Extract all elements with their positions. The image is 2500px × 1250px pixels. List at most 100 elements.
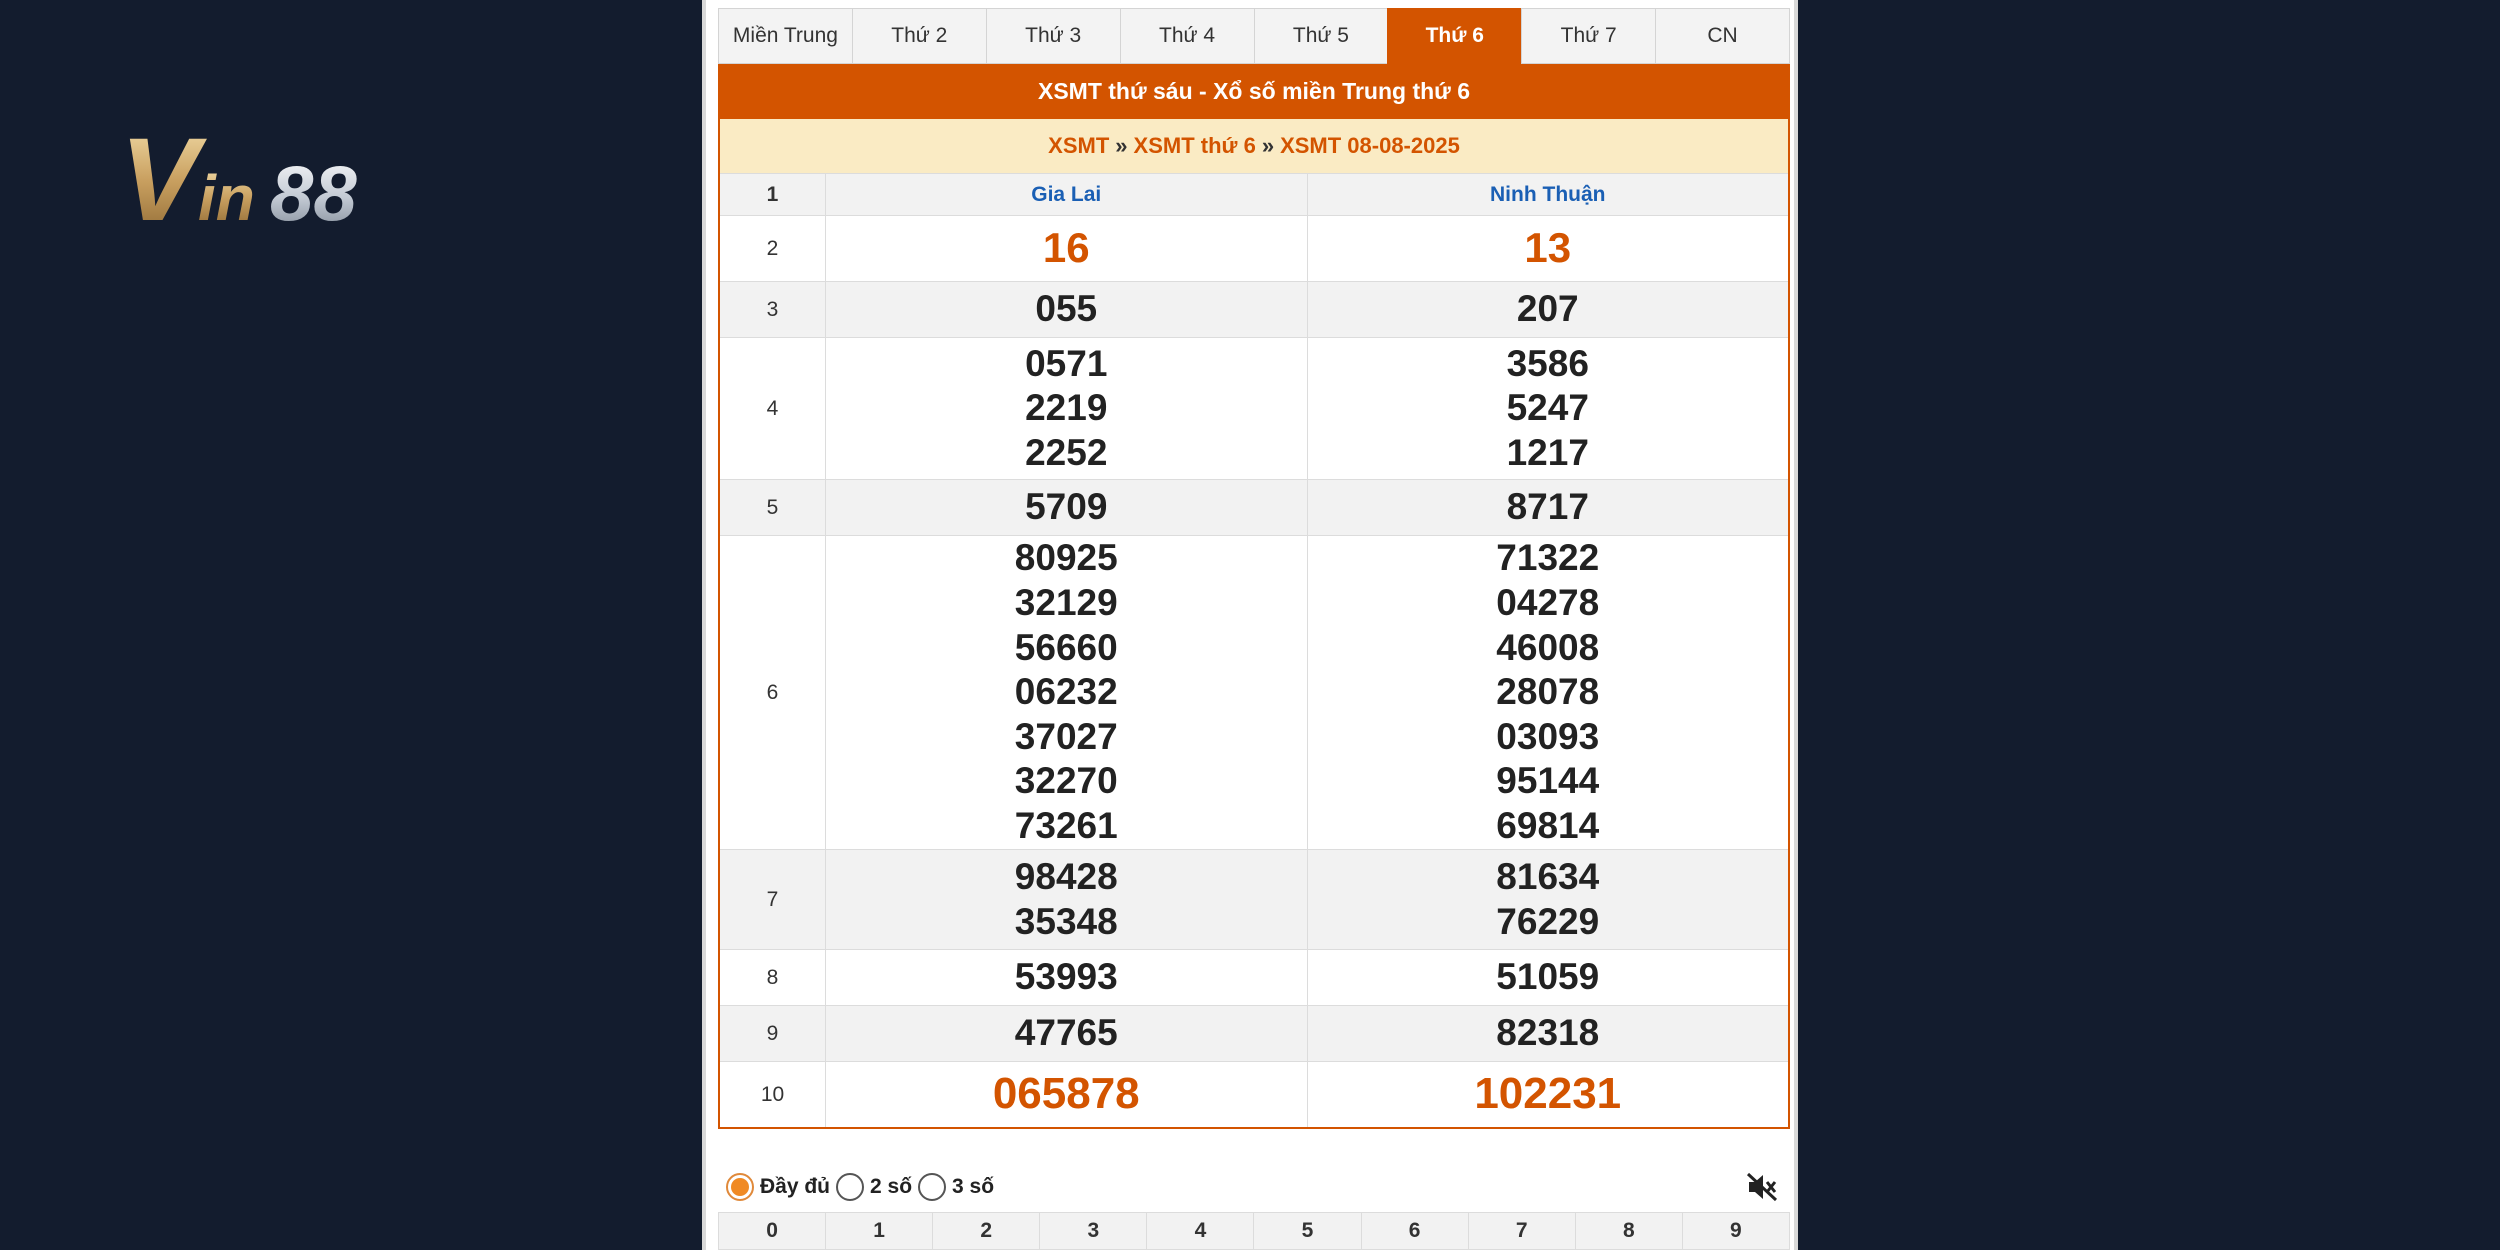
row-index: 6 (720, 536, 826, 849)
result-number: 81634 (1496, 855, 1600, 897)
result-number: 73261 (1014, 804, 1118, 846)
result-number: 2252 (1025, 431, 1108, 473)
table-row: 7 98428 35348 81634 76229 (720, 849, 1788, 949)
digit-0[interactable]: 0 (719, 1213, 827, 1249)
digit-2[interactable]: 2 (933, 1213, 1041, 1249)
result-cell: 71322 04278 46008 28078 03093 95144 69814 (1308, 536, 1789, 849)
tab-4[interactable]: Thứ 5 (1253, 8, 1388, 64)
result-cell: 16 (826, 216, 1308, 281)
row-index: 9 (720, 1006, 826, 1061)
result-number: 53993 (1014, 956, 1118, 998)
tab-5[interactable]: Thứ 6 (1387, 8, 1522, 64)
header-row: 1 Gia Lai Ninh Thuận (720, 173, 1788, 215)
table-row: 6 80925 32129 56660 06232 37027 32270 73261 7132… (720, 535, 1788, 849)
row-index: 4 (720, 338, 826, 479)
result-cell: 53993 (826, 950, 1308, 1005)
option-label: Đầy đủ (760, 1175, 831, 1198)
result-number: 2219 (1025, 387, 1108, 429)
result-cell: 8717 (1308, 480, 1789, 535)
tab-0[interactable]: Miền Trung (718, 8, 852, 64)
row-index: 5 (720, 480, 826, 535)
result-number: 04278 (1496, 582, 1600, 624)
result-number: 71322 (1496, 537, 1600, 579)
result-number: 5709 (1025, 486, 1108, 528)
speaker-muted-icon[interactable] (1746, 1172, 1778, 1202)
result-number: 03093 (1496, 715, 1600, 757)
result-cell: 102231 (1308, 1062, 1789, 1127)
result-number: 0571 (1025, 342, 1108, 384)
result-number: 46008 (1496, 626, 1600, 668)
results-table: XSMT thứ sáu - Xổ số miền Trung thứ 6 XS… (718, 64, 1790, 1129)
table-row: 2 16 13 (720, 215, 1788, 281)
table-title: XSMT thứ sáu - Xổ số miền Trung thứ 6 (720, 64, 1788, 119)
digit-8[interactable]: 8 (1576, 1213, 1683, 1249)
vin88-logo: V in 88 (120, 115, 357, 235)
breadcrumb-separator: » (1261, 133, 1275, 158)
results-panel: Miền Trung Thứ 2 Thứ 3 Thứ 4 Thứ 5 Thứ 6 Thứ 7… (702, 0, 1798, 1250)
digit-4[interactable]: 4 (1147, 1213, 1255, 1249)
svg-text:in: in (198, 162, 255, 234)
row-index: 8 (720, 950, 826, 1005)
result-number: 69814 (1496, 804, 1600, 846)
option-0[interactable]: Đầy đủ (726, 1173, 830, 1201)
result-cell: 3586 5247 1217 (1308, 338, 1789, 479)
digit-6[interactable]: 6 (1362, 1213, 1469, 1249)
table-row: 5 5709 8717 (720, 479, 1788, 535)
result-number: 5247 (1506, 387, 1589, 429)
digit-7[interactable]: 7 (1469, 1213, 1576, 1249)
radio-button[interactable] (918, 1173, 947, 1201)
day-tabs: Miền Trung Thứ 2 Thứ 3 Thứ 4 Thứ 5 Thứ 6 Thứ 7… (718, 8, 1790, 64)
breadcrumb-date[interactable]: XSMT 08-08-2025 (1280, 133, 1460, 159)
option-label: 2 số (870, 1175, 913, 1198)
result-cell: 51059 (1308, 950, 1789, 1005)
province-name[interactable]: Ninh Thuận (1490, 183, 1605, 207)
result-number: 16 (1042, 224, 1090, 272)
result-number: 95144 (1496, 760, 1600, 802)
result-number: 065878 (992, 1069, 1140, 1119)
option-1[interactable]: 2 số (836, 1173, 912, 1201)
tab-6[interactable]: Thứ 7 (1521, 8, 1656, 64)
result-number: 1217 (1506, 431, 1589, 473)
result-cell: 98428 35348 (826, 850, 1308, 949)
svg-text:V: V (120, 115, 207, 235)
table-row: 4 0571 2219 2252 3586 5247 1217 (720, 337, 1788, 479)
province-name[interactable]: Gia Lai (1031, 183, 1101, 207)
radio-button[interactable] (726, 1173, 754, 1201)
table-row: 10 065878 102231 (720, 1061, 1788, 1127)
result-number: 80925 (1014, 537, 1118, 579)
result-number: 28078 (1496, 671, 1600, 713)
row-index: 10 (720, 1062, 826, 1127)
row-index: 3 (720, 282, 826, 337)
result-number: 82318 (1496, 1012, 1600, 1054)
result-cell: 82318 (1308, 1006, 1789, 1061)
breadcrumb: XSMT » XSMT thứ 6 » XSMT 08-08-2025 (720, 119, 1788, 173)
tab-2[interactable]: Thứ 3 (985, 8, 1120, 64)
table-row: 8 53993 51059 (720, 949, 1788, 1005)
result-number: 055 (1035, 288, 1098, 330)
result-cell: 207 (1308, 282, 1789, 337)
header-province: Gia Lai (826, 174, 1308, 215)
tab-3[interactable]: Thứ 4 (1119, 8, 1254, 64)
result-number: 98428 (1014, 855, 1118, 897)
tab-1[interactable]: Thứ 2 (851, 8, 986, 64)
result-number: 51059 (1496, 956, 1600, 998)
result-number: 13 (1524, 224, 1572, 272)
result-number: 32270 (1014, 760, 1118, 802)
result-number: 37027 (1014, 715, 1118, 757)
digit-3[interactable]: 3 (1040, 1213, 1148, 1249)
row-index: 2 (720, 216, 826, 281)
radio-button[interactable] (836, 1173, 865, 1201)
result-cell: 5709 (826, 480, 1308, 535)
result-cell: 81634 76229 (1308, 850, 1789, 949)
tab-7[interactable]: CN (1655, 8, 1790, 64)
digit-5[interactable]: 5 (1254, 1213, 1362, 1249)
result-cell: 0571 2219 2252 (826, 338, 1308, 479)
result-number: 207 (1516, 288, 1579, 330)
breadcrumb-xsmt[interactable]: XSMT (1048, 133, 1109, 159)
digit-9[interactable]: 9 (1683, 1213, 1789, 1249)
display-options: Đầy đủ 2 số 3 số (718, 1162, 1790, 1212)
option-2[interactable]: 3 số (918, 1173, 994, 1201)
result-number: 102231 (1474, 1069, 1622, 1119)
digit-1[interactable]: 1 (826, 1213, 934, 1249)
breadcrumb-xsmt-thu-6[interactable]: XSMT thứ 6 (1134, 133, 1256, 159)
